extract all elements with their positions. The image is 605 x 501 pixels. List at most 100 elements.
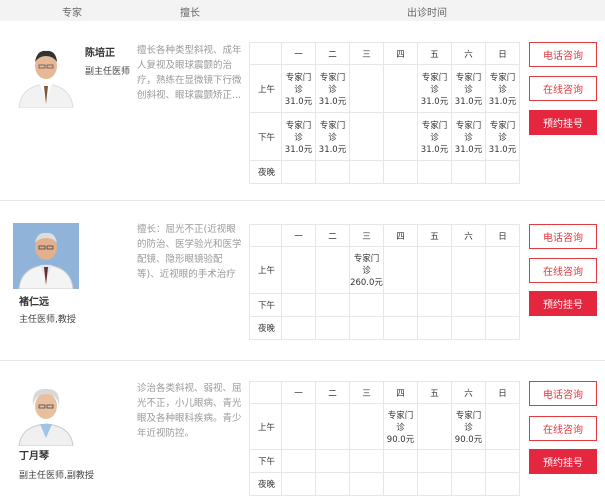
period-night: 夜晚 bbox=[249, 316, 282, 340]
schedule-table: 一 二 三 四 五 六 日 上午 专家门诊 90.0元 专家门诊 90.0元 下午 夜… bbox=[249, 381, 520, 496]
schedule-slot[interactable]: 专家门诊 31.0元 bbox=[485, 64, 520, 113]
schedule-empty-cell bbox=[315, 449, 350, 473]
slot-type: 专家门诊 bbox=[489, 120, 516, 143]
slot-price: 31.0元 bbox=[454, 96, 483, 107]
schedule-slot[interactable]: 专家门诊 31.0元 bbox=[315, 64, 350, 113]
schedule-empty-cell bbox=[349, 112, 384, 161]
weekday-wed: 三 bbox=[349, 224, 384, 247]
slot-price: 260.0元 bbox=[350, 278, 383, 288]
schedule-slot[interactable]: 专家门诊 260.0元 bbox=[349, 246, 384, 294]
schedule-empty-cell bbox=[349, 403, 384, 450]
period-pm: 下午 bbox=[249, 293, 282, 317]
header-schedule: 出诊时间 bbox=[407, 8, 447, 19]
schedule-empty-cell bbox=[281, 449, 316, 473]
period-am: 上午 bbox=[249, 64, 282, 113]
schedule-empty-cell bbox=[349, 293, 384, 317]
schedule-table: 一 二 三 四 五 六 日 上午 专家门诊 31.0元 专家门诊 31.0元 专家门诊 3… bbox=[249, 42, 520, 184]
period-pm: 下午 bbox=[249, 112, 282, 161]
slot-price: 90.0元 bbox=[454, 434, 483, 445]
row-divider bbox=[0, 360, 605, 361]
doctor-specialty: 诊治各类斜视、弱视、屈光不正，小儿眼病、青光眼及各种眼科疾病。青少年近视防控。 bbox=[137, 383, 242, 439]
slot-type: 专家门诊 bbox=[285, 120, 312, 143]
online-consult-button[interactable]: 在线咨询 bbox=[529, 76, 597, 101]
book-appointment-button[interactable]: 预约挂号 bbox=[529, 110, 597, 135]
weekday-wed: 三 bbox=[349, 42, 384, 65]
schedule-empty-cell bbox=[315, 293, 350, 317]
doctor-photo[interactable] bbox=[13, 223, 79, 289]
schedule-empty-cell bbox=[417, 246, 452, 294]
online-consult-button[interactable]: 在线咨询 bbox=[529, 416, 597, 441]
weekday-thu: 四 bbox=[383, 224, 418, 247]
weekday-tue: 二 bbox=[315, 381, 350, 404]
period-am: 上午 bbox=[249, 403, 282, 450]
schedule-slot[interactable]: 专家门诊 31.0元 bbox=[417, 64, 452, 113]
schedule-slot[interactable]: 专家门诊 31.0元 bbox=[451, 112, 486, 161]
slot-type: 专家门诊 bbox=[489, 72, 516, 95]
slot-price: 31.0元 bbox=[284, 144, 313, 155]
schedule-slot[interactable]: 专家门诊 31.0元 bbox=[451, 64, 486, 113]
slot-type: 专家门诊 bbox=[421, 72, 448, 95]
schedule-empty-cell bbox=[315, 403, 350, 450]
schedule-empty-cell bbox=[485, 293, 520, 317]
slot-price: 31.0元 bbox=[420, 96, 449, 107]
schedule-slot[interactable]: 专家门诊 90.0元 bbox=[383, 403, 418, 450]
schedule-empty-cell bbox=[485, 246, 520, 294]
doctor-name[interactable]: 丁月琴 bbox=[19, 447, 49, 462]
period-night: 夜晚 bbox=[249, 160, 282, 184]
doctor-title: 副主任医师,副教授 bbox=[19, 471, 94, 481]
slot-price: 31.0元 bbox=[454, 144, 483, 155]
slot-type: 专家门诊 bbox=[319, 72, 346, 95]
phone-consult-button[interactable]: 电话咨询 bbox=[529, 42, 597, 67]
slot-type: 专家门诊 bbox=[285, 72, 312, 95]
book-appointment-button[interactable]: 预约挂号 bbox=[529, 291, 597, 316]
doctor-photo[interactable] bbox=[13, 382, 79, 446]
weekday-sat: 六 bbox=[451, 42, 486, 65]
doctor-photo-image bbox=[15, 44, 77, 108]
schedule-slot[interactable]: 专家门诊 31.0元 bbox=[417, 112, 452, 161]
weekday-mon: 一 bbox=[281, 224, 316, 247]
schedule-empty-cell bbox=[451, 293, 486, 317]
weekday-mon: 一 bbox=[281, 381, 316, 404]
schedule-slot[interactable]: 专家门诊 90.0元 bbox=[451, 403, 486, 450]
schedule-empty-cell bbox=[383, 449, 418, 473]
book-appointment-button[interactable]: 预约挂号 bbox=[529, 449, 597, 474]
slot-price: 90.0元 bbox=[386, 434, 415, 445]
weekday-sat: 六 bbox=[451, 224, 486, 247]
schedule-corner bbox=[249, 381, 282, 404]
schedule-slot[interactable]: 专家门诊 31.0元 bbox=[315, 112, 350, 161]
schedule-slot[interactable]: 专家门诊 31.0元 bbox=[281, 112, 316, 161]
slot-type: 专家门诊 bbox=[353, 254, 380, 276]
schedule-empty-cell bbox=[451, 449, 486, 473]
doctor-photo-image bbox=[13, 382, 79, 446]
doctor-title: 主任医师,教授 bbox=[19, 315, 76, 325]
slot-type: 专家门诊 bbox=[319, 120, 346, 143]
schedule-empty-cell bbox=[417, 449, 452, 473]
slot-type: 专家门诊 bbox=[455, 72, 482, 95]
doctor-photo[interactable] bbox=[15, 44, 77, 108]
schedule-empty-cell bbox=[281, 246, 316, 294]
schedule-empty-cell bbox=[485, 403, 520, 450]
online-consult-button[interactable]: 在线咨询 bbox=[529, 258, 597, 283]
doctor-name[interactable]: 褚仁远 bbox=[19, 293, 49, 308]
weekday-fri: 五 bbox=[417, 42, 452, 65]
slot-type: 专家门诊 bbox=[455, 120, 482, 143]
schedule-corner bbox=[249, 42, 282, 65]
slot-price: 31.0元 bbox=[318, 144, 347, 155]
weekday-fri: 五 bbox=[417, 381, 452, 404]
schedule-slot[interactable]: 专家门诊 31.0元 bbox=[281, 64, 316, 113]
weekday-sun: 日 bbox=[485, 42, 520, 65]
schedule-empty-cell bbox=[383, 246, 418, 294]
schedule-empty-cell bbox=[383, 64, 418, 113]
phone-consult-button[interactable]: 电话咨询 bbox=[529, 381, 597, 406]
slot-type: 专家门诊 bbox=[421, 120, 448, 143]
doctor-name[interactable]: 陈培正 bbox=[85, 44, 115, 59]
schedule-corner bbox=[249, 224, 282, 247]
weekday-tue: 二 bbox=[315, 224, 350, 247]
slot-price: 31.0元 bbox=[420, 144, 449, 155]
schedule-slot[interactable]: 专家门诊 31.0元 bbox=[485, 112, 520, 161]
weekday-fri: 五 bbox=[417, 224, 452, 247]
phone-consult-button[interactable]: 电话咨询 bbox=[529, 224, 597, 249]
weekday-mon: 一 bbox=[281, 42, 316, 65]
weekday-tue: 二 bbox=[315, 42, 350, 65]
slot-price: 31.0元 bbox=[488, 144, 517, 155]
